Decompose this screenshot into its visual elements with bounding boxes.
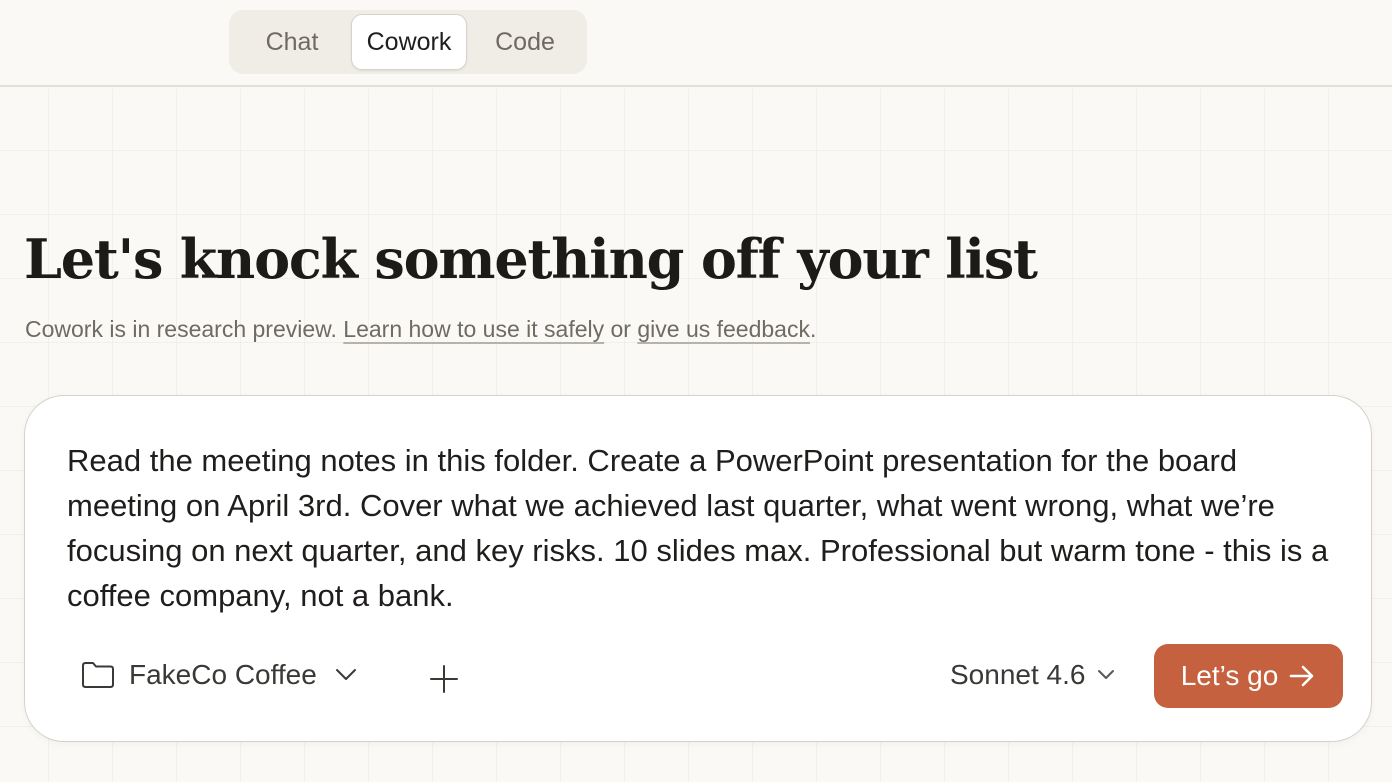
page-title: Let's knock something off your list: [24, 227, 1038, 291]
safety-link[interactable]: Learn how to use it safely: [343, 316, 604, 342]
top-bar: Chat Cowork Code: [0, 0, 1392, 87]
prompt-composer: Read the meeting notes in this folder. C…: [24, 395, 1372, 742]
mode-switcher: Chat Cowork Code: [229, 10, 587, 74]
model-name: Sonnet 4.6: [950, 659, 1086, 690]
subtitle: Cowork is in research preview. Learn how…: [25, 316, 816, 343]
folder-icon: [82, 662, 114, 688]
prompt-input[interactable]: Read the meeting notes in this folder. C…: [67, 438, 1337, 618]
tab-chat[interactable]: Chat: [233, 14, 351, 70]
feedback-link[interactable]: give us feedback: [637, 316, 810, 342]
model-selector[interactable]: Sonnet 4.6: [950, 652, 1115, 698]
tab-code[interactable]: Code: [467, 14, 583, 70]
subtitle-period: .: [809, 316, 817, 342]
chevron-down-icon: [1098, 670, 1115, 679]
submit-button[interactable]: Let’s go: [1154, 644, 1343, 708]
plus-icon: [430, 665, 458, 693]
subtitle-connector: or: [610, 316, 631, 342]
chevron-down-icon: [335, 669, 356, 680]
subtitle-text: Cowork is in research preview.: [25, 316, 337, 342]
add-button[interactable]: [423, 658, 465, 700]
arrow-right-icon: [1289, 665, 1314, 687]
main-area: Let's knock something off your list Cowo…: [0, 89, 1392, 782]
submit-label: Let’s go: [1180, 660, 1279, 691]
tab-cowork[interactable]: Cowork: [351, 14, 467, 70]
folder-picker[interactable]: FakeCo Coffee: [81, 650, 357, 700]
folder-name: FakeCo Coffee: [129, 659, 317, 690]
